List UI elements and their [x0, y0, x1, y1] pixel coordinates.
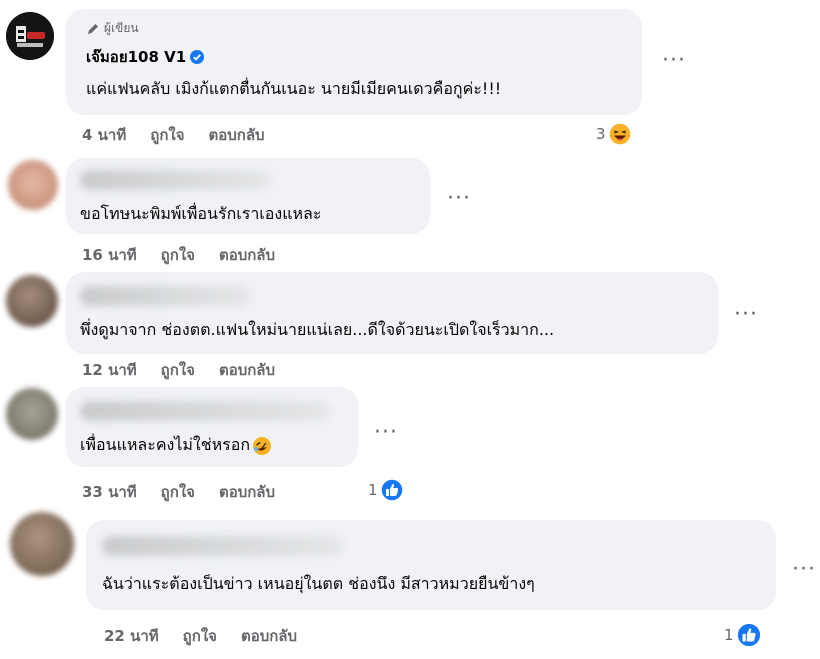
like-button[interactable]: ถูกใจ [183, 624, 217, 648]
reaction-count: 1 [368, 481, 378, 499]
comment-text: ขอโทษนะพิมพ์เพื่อนรักเราเองแหละ [80, 204, 322, 223]
author-role-label: ผู้เขียน [104, 21, 139, 35]
like-button[interactable]: ถูกใจ [161, 480, 195, 504]
verified-badge-icon [190, 50, 205, 64]
reply-button[interactable]: ตอบกลับ [219, 243, 275, 267]
blurred-author-name[interactable] [80, 401, 330, 421]
like-icon [379, 478, 404, 502]
avatar[interactable] [6, 388, 58, 440]
comment-text: พึ่งดูมาจาก ช่องตต.แฟนใหม่นายแน่เลย...ดี… [80, 320, 555, 339]
avatar[interactable] [6, 12, 54, 60]
more-options-button[interactable]: ··· [792, 559, 816, 581]
reply-button[interactable]: ตอบกลับ [241, 624, 297, 648]
comment-actions: 16 นาที ถูกใจ ตอบกลับ [82, 243, 299, 267]
pencil-icon [88, 23, 98, 34]
reaction-summary[interactable]: 3 [596, 122, 632, 146]
reaction-count: 3 [596, 125, 606, 143]
comment-time[interactable]: 12 นาที [82, 358, 137, 382]
comment-time[interactable]: 4 นาที [82, 123, 126, 147]
comment-actions: 12 นาที ถูกใจ ตอบกลับ [82, 358, 299, 382]
like-button[interactable]: ถูกใจ [161, 358, 195, 382]
comment-text: ฉันว่าแระต้องเป็นข่าว เหนอยุ่ในตต ช่องนึ… [102, 574, 535, 593]
comment-time[interactable]: 16 นาที [82, 243, 137, 267]
comment-bubble: ผู้เขียน เจ๊มอย108 V1 แค่แฟนคลับ เมิงก้แ… [66, 9, 642, 115]
reply-button[interactable]: ตอบกลับ [219, 358, 275, 382]
comment-text: แค่แฟนคลับ เมิงก้แตกตื่นกันเนอะ นายมีเมี… [86, 79, 502, 98]
more-options-button[interactable]: ··· [734, 304, 758, 326]
rolling-laughing-emoji-icon [253, 436, 272, 455]
more-options-button[interactable]: ··· [662, 50, 686, 72]
blurred-author-name[interactable] [80, 286, 250, 306]
comment-bubble: ฉันว่าแระต้องเป็นข่าว เหนอยุ่ในตต ช่องนึ… [86, 520, 776, 610]
like-icon [735, 622, 762, 648]
comment-actions: 22 นาที ถูกใจ ตอบกลับ [104, 624, 321, 648]
blurred-author-name[interactable] [80, 170, 270, 190]
comment-time[interactable]: 33 นาที [82, 480, 137, 504]
comment-text-content: เพื่อนแหละคงไม่ใช่หรอก [80, 435, 251, 454]
comment-time[interactable]: 22 นาที [104, 624, 159, 648]
comment-bubble: เพื่อนแหละคงไม่ใช่หรอก [66, 387, 358, 467]
haha-icon [607, 122, 632, 146]
comment-text: เพื่อนแหละคงไม่ใช่หรอก [80, 433, 272, 458]
more-options-button[interactable]: ··· [374, 422, 398, 444]
blurred-author-name[interactable] [102, 536, 342, 556]
comment-actions: 33 นาที ถูกใจ ตอบกลับ [82, 480, 299, 504]
reaction-count: 1 [724, 626, 734, 644]
comment-actions: 4 นาที ถูกใจ ตอบกลับ [82, 123, 289, 147]
like-button[interactable]: ถูกใจ [150, 123, 184, 147]
like-button[interactable]: ถูกใจ [161, 243, 195, 267]
author-name[interactable]: เจ๊มอย108 V1 [86, 45, 186, 69]
reaction-summary[interactable]: 1 [368, 478, 404, 502]
avatar[interactable] [6, 275, 58, 327]
avatar[interactable] [8, 160, 58, 210]
reply-button[interactable]: ตอบกลับ [209, 123, 265, 147]
comment-bubble: พึ่งดูมาจาก ช่องตต.แฟนใหม่นายแน่เลย...ดี… [66, 272, 718, 354]
comment-bubble: ขอโทษนะพิมพ์เพื่อนรักเราเองแหละ [66, 158, 430, 234]
more-options-button[interactable]: ··· [447, 188, 471, 210]
reply-button[interactable]: ตอบกลับ [219, 480, 275, 504]
reaction-summary[interactable]: 1 [724, 622, 762, 648]
avatar[interactable] [10, 512, 74, 576]
